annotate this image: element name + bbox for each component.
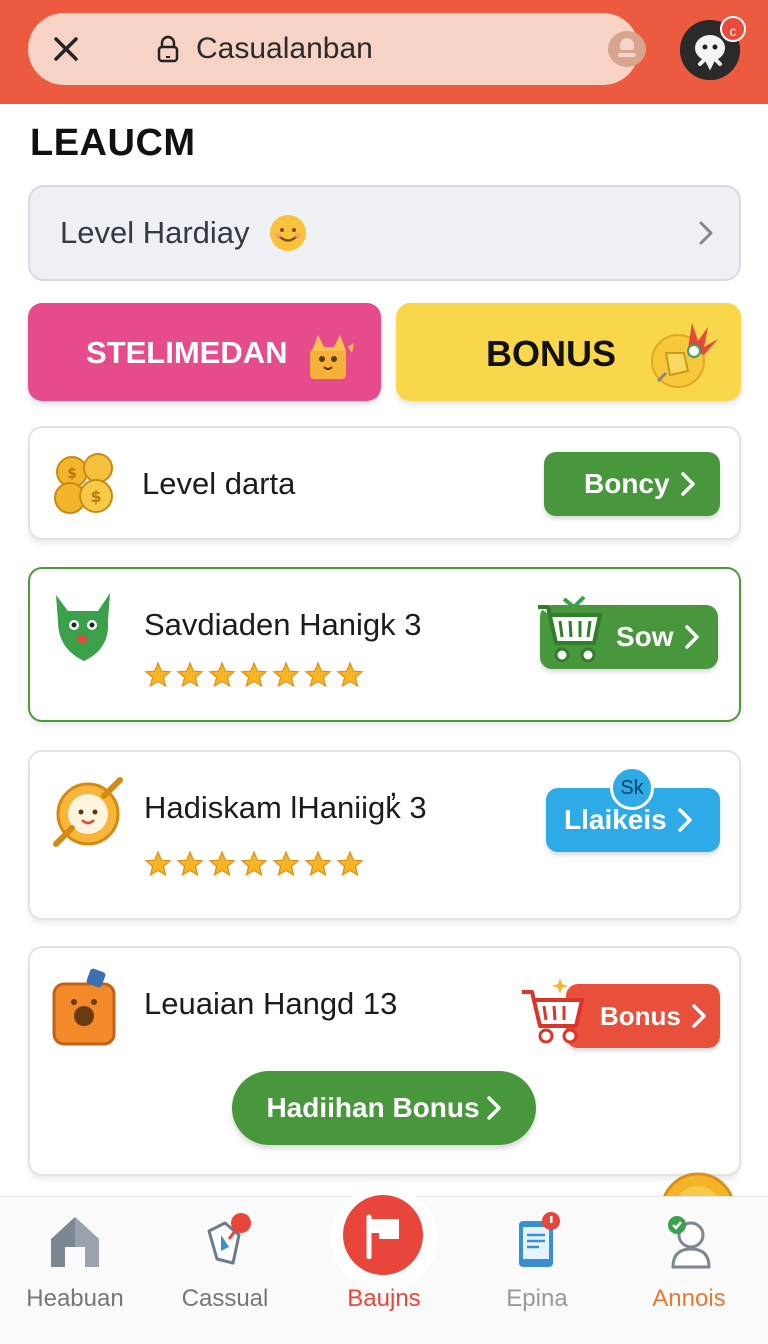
site-info-icon[interactable] (608, 31, 646, 67)
nav-label: Annois (652, 1285, 726, 1312)
tablet-icon (519, 1212, 560, 1267)
star-icon (240, 661, 268, 689)
nav-label: Baujns (347, 1285, 421, 1312)
star-icon (304, 661, 332, 689)
smiley-icon (270, 215, 306, 251)
red-cart-icon (522, 978, 584, 1044)
center-action-button[interactable] (331, 1185, 437, 1291)
chevron-right-icon (692, 1004, 706, 1028)
nav-item-cassual[interactable]: Cassual (150, 1197, 300, 1344)
chevron-right-icon (486, 1096, 501, 1120)
bottom-navigation: Heabuan Cassual Baujns Epina Annois (0, 1185, 768, 1344)
star-icon (176, 850, 204, 878)
button-label: Hadiihan Bonus (266, 1092, 480, 1123)
star-icon (144, 661, 172, 689)
close-icon[interactable] (48, 31, 84, 67)
button-label: Sow (616, 621, 674, 652)
hadiihan-bonus-button[interactable]: Hadiihan Bonus (232, 1071, 536, 1145)
star-icon (208, 850, 236, 878)
nav-label: Cassual (181, 1285, 269, 1312)
star-icon (176, 661, 204, 689)
bonus-card-button[interactable]: Bonus (566, 984, 720, 1048)
top-bar: Casualanban c (0, 0, 768, 104)
button-label: Bonus (600, 1000, 681, 1031)
toast-box-icon (52, 968, 116, 1046)
address-bar[interactable]: Casualanban (28, 13, 646, 85)
nav-label: Epina (506, 1285, 568, 1312)
promo-bonus-button[interactable]: BONUS (396, 303, 741, 401)
star-icon (208, 661, 236, 689)
star-icon (304, 850, 332, 878)
list-item-level-darta[interactable]: $ $ Level darta Boncy (28, 426, 741, 540)
list-item-savdiaden[interactable]: Savdiaden Hanigk 3 Sow (28, 567, 741, 722)
profile-icon (668, 1216, 711, 1269)
promo-label: STELIMEDAN (86, 335, 288, 370)
button-badge: Sk (610, 766, 654, 810)
list-item-title: Savdiaden Hanigk 3 (144, 607, 422, 642)
chevron-right-icon (680, 472, 695, 496)
green-monster-icon (56, 593, 110, 661)
nav-item-heabuan[interactable]: Heabuan (0, 1197, 150, 1344)
promo-label: BONUS (486, 333, 617, 374)
list-item-title: Level darta (142, 466, 296, 501)
button-label: Boncy (584, 468, 670, 499)
map-pin-icon (207, 1213, 251, 1265)
shopping-cart-icon (538, 595, 602, 663)
list-item-title: Leuaian Hangd 13 (144, 986, 398, 1021)
nav-item-annois[interactable]: Annois (614, 1197, 764, 1344)
list-item-title: Hadiskam lHaniigk̓ 3 (144, 790, 427, 825)
chevron-right-icon (684, 625, 699, 649)
bonus-tag-icon (651, 323, 718, 388)
notification-badge: c (720, 16, 746, 42)
boncy-button[interactable]: Boncy (544, 452, 720, 516)
chevron-right-icon (699, 221, 713, 245)
page-title: LEAUCM (30, 122, 196, 164)
rating-stars (144, 850, 364, 878)
nav-label: Heabuan (26, 1285, 124, 1312)
level-selector[interactable]: Level Hardiay (28, 185, 741, 281)
level-selector-label: Level Hardiay (60, 215, 250, 250)
flag-icon (366, 1214, 399, 1259)
cat-box-icon (310, 335, 354, 379)
list-item-hadiskam[interactable]: Hadiskam lHaniigk̓ 3 Llaikeis Sk (28, 750, 741, 920)
nav-item-baujns[interactable]: Baujns (309, 1185, 459, 1344)
star-icon (272, 661, 300, 689)
svg-text:$: $ (67, 466, 77, 482)
gift-medal-icon (53, 777, 123, 847)
promo-stelimedan-button[interactable]: STELIMEDAN (28, 303, 381, 401)
star-icon (144, 850, 172, 878)
rating-stars (144, 661, 364, 689)
star-icon (240, 850, 268, 878)
coins-icon: $ $ (54, 453, 113, 514)
svg-text:$: $ (90, 487, 101, 506)
button-label: Llaikeis (564, 804, 667, 835)
star-icon (272, 850, 300, 878)
star-icon (336, 661, 364, 689)
star-icon (336, 850, 364, 878)
nav-item-epina[interactable]: Epina (462, 1197, 612, 1344)
url-text[interactable]: Casualanban (196, 31, 373, 67)
chevron-right-icon (677, 808, 692, 832)
lock-icon (157, 35, 179, 63)
home-icon (51, 1217, 99, 1267)
avatar[interactable]: c (680, 16, 746, 80)
